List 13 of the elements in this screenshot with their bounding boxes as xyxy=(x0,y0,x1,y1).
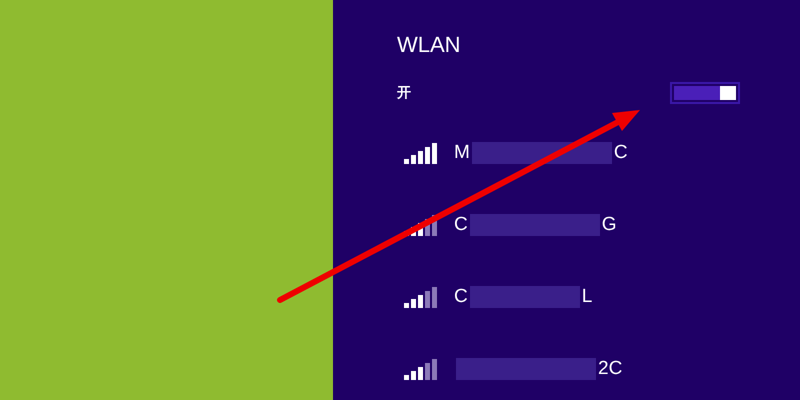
network-name[interactable]: M xyxy=(454,142,470,164)
network-name[interactable]: C xyxy=(614,142,628,164)
network-name[interactable]: L xyxy=(582,286,592,308)
wifi-toggle[interactable] xyxy=(670,82,740,104)
signal-icon xyxy=(404,142,438,164)
signal-icon xyxy=(404,286,438,308)
panel-title: WLAN xyxy=(397,32,462,58)
network-name[interactable]: C xyxy=(454,214,468,236)
network-name[interactable]: C xyxy=(454,286,468,308)
signal-icon xyxy=(404,358,438,380)
switch-label: 开 xyxy=(397,84,411,102)
network-name[interactable]: G xyxy=(602,214,617,236)
network-name[interactable]: 2C xyxy=(598,358,622,380)
